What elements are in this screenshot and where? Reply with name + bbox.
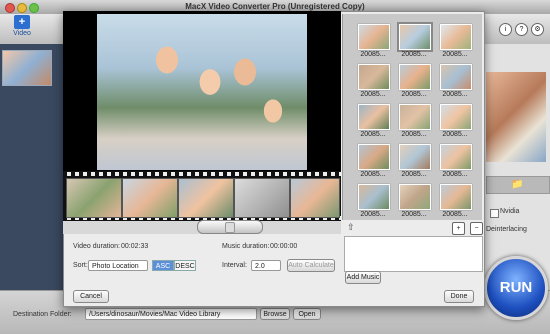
photo-label: 20085...	[442, 91, 468, 98]
desc-button[interactable]: DESC	[174, 260, 196, 271]
photo-label: 20085...	[442, 131, 468, 138]
destination-field[interactable]: /Users/dinosaur/Movies/Mac Video Library	[85, 308, 257, 320]
photo-label: 20085...	[401, 171, 427, 178]
photo-thumbnail[interactable]	[399, 144, 431, 170]
photo-label: 20085...	[360, 131, 386, 138]
video-button-label: Video	[13, 30, 31, 37]
photo-label: 20085...	[360, 91, 386, 98]
music-duration-value: 00:00:00	[270, 243, 298, 250]
open-button[interactable]: Open	[293, 308, 321, 320]
window-title: MacX Video Converter Pro (Unregistered C…	[185, 2, 365, 11]
help-icon[interactable]: ?	[515, 23, 528, 36]
photo-thumbnail[interactable]	[399, 64, 431, 90]
photo-label: 20085...	[401, 211, 427, 218]
video-duration-label: Video duration:	[73, 243, 120, 250]
music-list[interactable]	[344, 236, 483, 272]
asc-button[interactable]: ASC	[152, 260, 174, 271]
photo-label: 20085...	[401, 51, 427, 58]
interval-label: Interval:	[222, 262, 247, 269]
photo-thumbnail[interactable]	[399, 104, 431, 130]
done-button[interactable]: Done	[444, 290, 474, 303]
slider-grip[interactable]	[225, 222, 235, 233]
photo-label: 20085...	[442, 51, 468, 58]
filmstrip-holes-top	[63, 172, 341, 176]
add-music-button[interactable]: Add Music	[345, 271, 381, 284]
timeline-slider[interactable]	[197, 220, 263, 234]
sort-select[interactable]: Photo Location	[88, 260, 148, 271]
run-button[interactable]: RUN	[484, 256, 548, 320]
film-frame[interactable]	[290, 178, 340, 218]
photo-label: 20085...	[442, 171, 468, 178]
film-frame[interactable]	[122, 178, 178, 218]
snapshot-toolbar: 📁	[486, 176, 550, 194]
photo-thumbnail[interactable]	[399, 184, 431, 210]
film-frame[interactable]	[178, 178, 234, 218]
minimize-window-button[interactable]	[17, 3, 27, 13]
film-frame[interactable]	[66, 178, 122, 218]
photo-label: 20085...	[360, 211, 386, 218]
music-duration-label: Music duration:	[222, 243, 270, 250]
nvidia-checkbox[interactable]	[490, 209, 499, 218]
destination-label: Destination Folder:	[13, 311, 72, 318]
photo-thumbnail[interactable]	[358, 184, 390, 210]
browse-button[interactable]: Browse	[260, 308, 290, 320]
photo-thumbnail[interactable]	[440, 24, 472, 50]
film-frame[interactable]	[234, 178, 290, 218]
photo-thumbnail[interactable]	[440, 184, 472, 210]
photo-thumbnail[interactable]	[440, 104, 472, 130]
sort-label: Sort:	[73, 262, 88, 269]
add-icon[interactable]: +	[452, 222, 465, 235]
photo-thumbnail[interactable]	[358, 64, 390, 90]
photo-label: 20085...	[360, 171, 386, 178]
add-video-icon: +	[14, 15, 30, 29]
photo-label: 20085...	[442, 211, 468, 218]
cancel-button[interactable]: Cancel	[73, 290, 109, 303]
settings-icon[interactable]: ⚙	[531, 23, 544, 36]
info-icon[interactable]: i	[499, 23, 512, 36]
close-window-button[interactable]	[5, 3, 15, 13]
zoom-window-button[interactable]	[29, 3, 39, 13]
video-duration-value: 00:02:33	[121, 243, 149, 250]
photo-thumbnail[interactable]	[397, 22, 433, 52]
photo-thumbnail[interactable]	[358, 144, 390, 170]
interval-select[interactable]: 2.0	[251, 260, 281, 271]
video-thumbnail[interactable]	[2, 50, 52, 86]
add-video-button[interactable]: + Video	[8, 15, 36, 43]
output-preview	[486, 72, 546, 162]
photo-preview	[97, 14, 307, 170]
photo-label: 20085...	[401, 91, 427, 98]
deinterlacing-label: Deinterlacing	[486, 226, 527, 233]
photo-thumbnail[interactable]	[440, 64, 472, 90]
photo-label: 20085...	[401, 131, 427, 138]
photo-label: 20085...	[360, 51, 386, 58]
auto-calculate-button[interactable]: Auto Calculate	[287, 259, 335, 272]
photo-thumbnail[interactable]	[440, 144, 472, 170]
folder-icon[interactable]: 📁	[511, 179, 523, 190]
photo-thumbnail[interactable]	[358, 104, 390, 130]
minus-icon[interactable]: −	[470, 222, 483, 235]
nvidia-label: Nvidia	[500, 208, 520, 215]
up-arrow-icon[interactable]: ⇧	[347, 222, 355, 233]
photo-thumbnail[interactable]	[358, 24, 390, 50]
